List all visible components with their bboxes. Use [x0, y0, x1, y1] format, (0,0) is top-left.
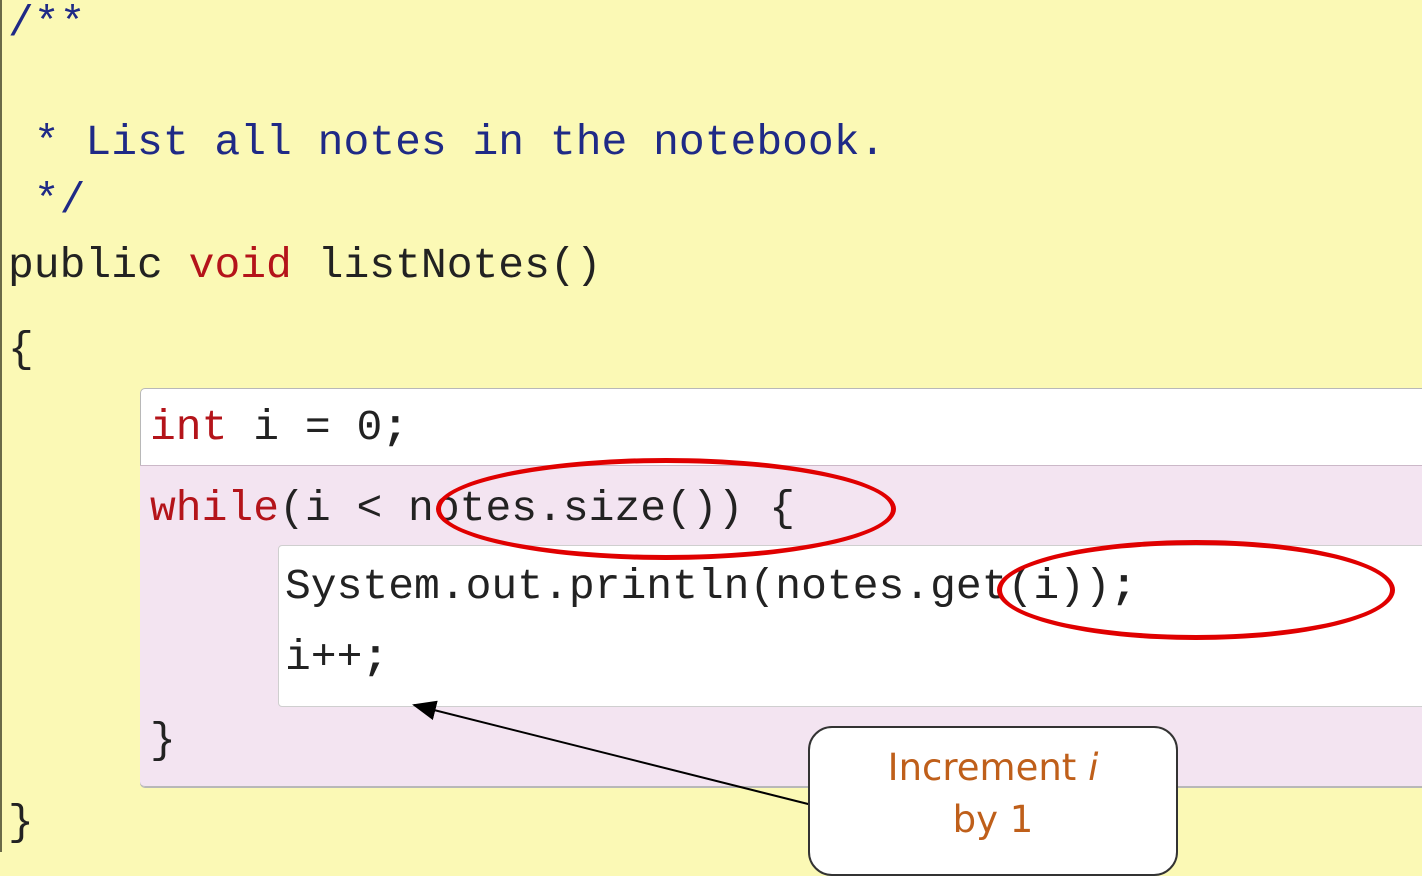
- callout-prefix: Increment: [887, 746, 1089, 789]
- callout-line-1: Increment i: [810, 742, 1176, 794]
- callout-arrow-line: [412, 700, 821, 808]
- increment-callout: Increment i by 1: [808, 726, 1178, 876]
- callout-line-2: by 1: [952, 798, 1034, 841]
- callout-arrow: [412, 700, 821, 808]
- callout-variable: i: [1088, 746, 1099, 789]
- code-slide: /** * List all notes in the notebook. */…: [0, 0, 1422, 876]
